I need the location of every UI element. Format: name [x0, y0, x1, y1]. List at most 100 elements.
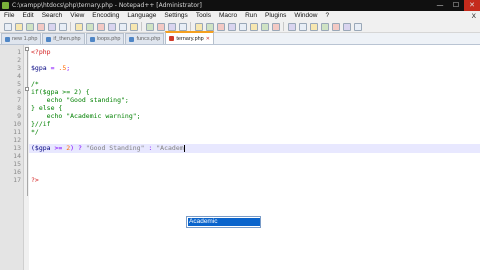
play-icon[interactable] — [331, 22, 340, 31]
copy-icon[interactable] — [96, 22, 105, 31]
tab-label: funcs.php — [136, 36, 161, 42]
monitor-icon[interactable] — [298, 22, 307, 31]
replace-icon[interactable] — [156, 22, 165, 31]
line-number: 15 — [13, 160, 21, 168]
menu-item-file[interactable]: File — [0, 11, 18, 21]
tab-close-icon[interactable]: ✕ — [206, 34, 210, 44]
tab-label: new 1.php — [12, 36, 38, 42]
line-number: 17 — [13, 176, 21, 184]
undo-icon[interactable] — [118, 22, 127, 31]
paste-icon[interactable] — [107, 22, 116, 31]
doc-map-icon[interactable] — [260, 22, 269, 31]
code-line[interactable]: ?> — [31, 176, 39, 184]
sync-v-icon[interactable] — [194, 22, 203, 31]
line-number: 9 — [17, 112, 21, 120]
code-token: ($gpa — [31, 144, 51, 152]
word-wrap-icon[interactable] — [216, 22, 225, 31]
cut-icon[interactable] — [85, 22, 94, 31]
code-token: <?php — [31, 48, 51, 56]
code-token: if($gpa >= 2) { — [31, 88, 90, 96]
play-multi-icon[interactable] — [342, 22, 351, 31]
indent-guide-icon[interactable] — [238, 22, 247, 31]
folder-icon[interactable] — [287, 22, 296, 31]
tab-label: loops.php — [96, 36, 121, 42]
autocomplete-popup[interactable]: Academic — [186, 216, 261, 228]
line-number: 2 — [17, 56, 21, 64]
open-file-icon[interactable] — [14, 22, 23, 31]
find-icon[interactable] — [145, 22, 154, 31]
fold-toggle-icon[interactable] — [25, 87, 29, 91]
menu-item-macro[interactable]: Macro — [215, 11, 241, 21]
code-token: $gpa — [31, 64, 47, 72]
toolbar-separator — [190, 22, 191, 31]
code-line[interactable]: ($gpa >= 2) ? "Good Standing" : "Academ — [31, 144, 185, 152]
stop-icon[interactable] — [320, 22, 329, 31]
line-number: 12 — [13, 136, 21, 144]
window-controls: — ☐ ✕ — [432, 0, 480, 11]
tab[interactable]: loops.php — [85, 33, 125, 44]
menu-item-search[interactable]: Search — [38, 11, 67, 21]
autocomplete-item[interactable]: Academic — [188, 218, 260, 226]
line-number: 6 — [17, 88, 21, 96]
save-icon[interactable] — [25, 22, 34, 31]
function-list-icon[interactable] — [271, 22, 280, 31]
code-line[interactable]: $gpa = .5; — [31, 64, 70, 72]
menu-item-language[interactable]: Language — [123, 11, 160, 21]
tab[interactable]: funcs.php — [125, 33, 165, 44]
file-icon — [169, 36, 175, 41]
tab-label: ternary.php — [176, 35, 204, 42]
menu-close-doc-button[interactable]: X — [472, 13, 480, 20]
line-number: 3 — [17, 64, 21, 72]
window-title: C:\xampp\htdocs\php\ternary.php - Notepa… — [12, 2, 202, 9]
code-editor[interactable]: 1 2 3 4 5 6 7 8 9 10 11 12 13 14 15 16 17 <?php $gpa = .5… — [0, 45, 480, 270]
new-file-icon[interactable] — [3, 22, 12, 31]
menu-item-tools[interactable]: Tools — [192, 11, 215, 21]
tab[interactable]: new 1.php — [1, 33, 42, 44]
print-icon[interactable] — [74, 22, 83, 31]
menu-item-plugins[interactable]: Plugins — [261, 11, 290, 21]
code-line[interactable]: <?php — [31, 48, 51, 56]
toolbar — [0, 21, 480, 33]
menu-item-window[interactable]: Window — [290, 11, 321, 21]
code-line[interactable]: if($gpa >= 2) { — [31, 88, 90, 96]
save-all-icon[interactable] — [36, 22, 45, 31]
code-line[interactable]: */ — [31, 128, 39, 136]
close-all-icon[interactable] — [58, 22, 67, 31]
menu-item-encoding[interactable]: Encoding — [88, 11, 123, 21]
maximize-button[interactable]: ☐ — [448, 0, 464, 11]
code-token: /* — [31, 80, 39, 88]
line-number: 1 — [17, 48, 21, 56]
menu-item-help[interactable]: ? — [321, 11, 333, 21]
zoom-out-icon[interactable] — [178, 22, 187, 31]
menu-item-run[interactable]: Run — [241, 11, 261, 21]
fold-guide — [26, 51, 28, 196]
menu-bar: File Edit Search View Encoding Language Settin… — [0, 11, 480, 21]
record-icon[interactable] — [309, 22, 318, 31]
code-line[interactable]: echo "Academic warning"; — [31, 112, 141, 120]
code-token: >= — [50, 144, 67, 152]
code-line[interactable]: echo "Good standing"; — [31, 96, 129, 104]
sync-h-icon[interactable] — [205, 22, 214, 31]
code-line[interactable]: } else { — [31, 104, 62, 112]
toolbar-separator — [70, 22, 71, 31]
show-all-icon[interactable] — [227, 22, 236, 31]
code-line[interactable]: /* — [31, 80, 39, 88]
lang-icon[interactable] — [249, 22, 258, 31]
code-token: }//if — [31, 120, 51, 128]
redo-icon[interactable] — [129, 22, 138, 31]
code-token: echo "Academic warning"; — [31, 112, 141, 120]
tab[interactable]: if_then.php — [42, 33, 85, 44]
code-token: } else { — [31, 104, 63, 112]
close-button[interactable]: ✕ — [464, 0, 480, 11]
code-line[interactable]: }//if — [31, 120, 51, 128]
menu-item-view[interactable]: View — [66, 11, 88, 21]
menu-item-settings[interactable]: Settings — [160, 11, 192, 21]
tab-active[interactable]: ternary.php ✕ — [165, 31, 214, 44]
save-macro-icon[interactable] — [353, 22, 362, 31]
menu-item-edit[interactable]: Edit — [18, 11, 37, 21]
app-icon — [2, 2, 9, 9]
zoom-in-icon[interactable] — [167, 22, 176, 31]
line-number: 5 — [17, 80, 21, 88]
minimize-button[interactable]: — — [432, 0, 448, 11]
close-icon[interactable] — [47, 22, 56, 31]
